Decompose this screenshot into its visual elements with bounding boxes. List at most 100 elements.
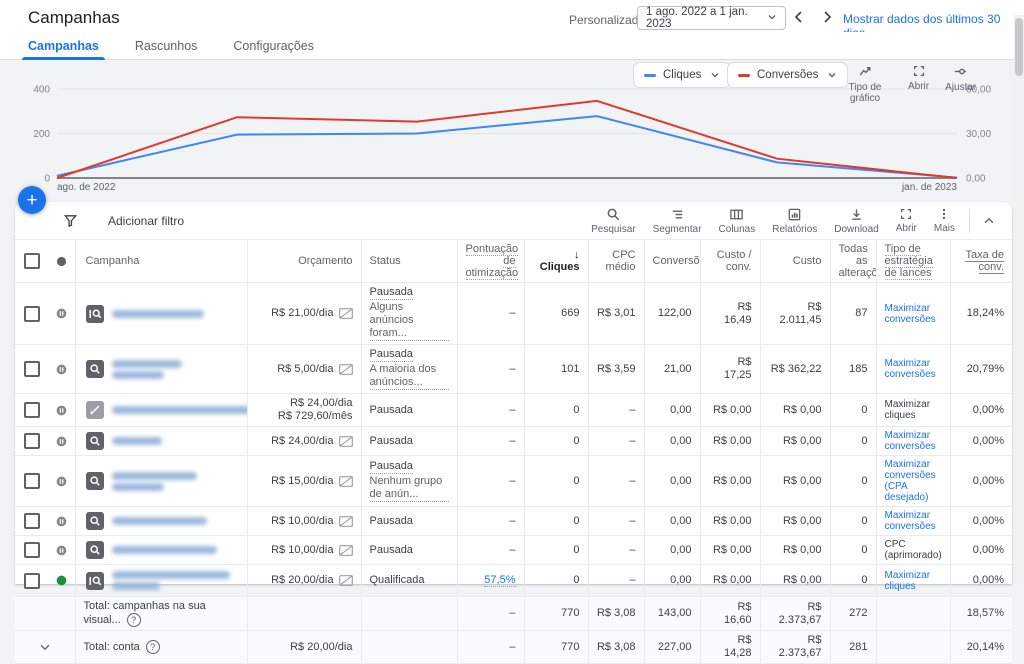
bid-strategy-value[interactable]: Maximizar cliques (885, 570, 931, 592)
paused-dot-icon[interactable] (57, 405, 67, 416)
bid-strategy-value[interactable]: Maximizar conversões (885, 358, 936, 380)
metric-dash-icon (644, 74, 656, 77)
chevron-down-icon[interactable] (23, 640, 67, 654)
add-campaign-button[interactable]: + (18, 186, 46, 214)
action-mais[interactable]: Mais (934, 207, 955, 234)
metric-picker-1[interactable]: Cliques (633, 62, 731, 88)
campaign-name-redacted[interactable] (112, 307, 239, 321)
collapse-table-button[interactable] (982, 214, 996, 228)
row-checkbox[interactable] (24, 402, 40, 418)
column-header-status[interactable]: Status (361, 240, 457, 283)
row-status-dot-cell (49, 394, 75, 427)
action-pesquisar[interactable]: Pesquisar (591, 207, 635, 235)
paused-dot-icon[interactable] (57, 308, 67, 319)
search-display-campaign-icon (86, 572, 104, 590)
tab-rascunhos[interactable]: Rascunhos (135, 32, 198, 59)
add-filter-button[interactable]: Adicionar filtro (108, 214, 184, 228)
scrollbar-thumb[interactable] (1015, 18, 1023, 76)
svg-text:200: 200 (33, 129, 50, 140)
total-status-cell (361, 597, 457, 631)
filter-icon[interactable] (63, 213, 78, 228)
paused-dot-icon[interactable] (57, 476, 67, 487)
column-header-tipo[interactable]: Tipo de estratégia de lances (876, 240, 950, 283)
metric-picker-2[interactable]: Conversões (727, 62, 848, 88)
chart-tool-chart-type-icon[interactable]: Tipo de gráfico (838, 64, 892, 104)
tab-campanhas[interactable]: Campanhas (28, 32, 99, 59)
optimization-score-link[interactable]: 57,5% (484, 574, 515, 587)
select-all-checkbox[interactable] (24, 253, 40, 269)
date-range-picker[interactable]: 1 ago. 2022 a 1 jan. 2023 (637, 6, 786, 30)
column-header-cliques[interactable]: ↓ Cliques (524, 240, 588, 283)
bid-strategy-value[interactable]: Maximizar conversões (885, 510, 936, 532)
budget-line: R$ 24,00/dia (256, 397, 353, 410)
chart-tool-expand-icon[interactable]: Abrir (908, 64, 929, 92)
total-optimization-cell: – (457, 597, 524, 631)
bid-strategy-value[interactable]: Maximizar conversões (CPA desejado) (885, 459, 936, 503)
action-download[interactable]: Download (834, 207, 878, 235)
chart-tool-adjust-icon[interactable]: Ajustar (945, 64, 976, 93)
row-checkbox[interactable] (24, 361, 40, 377)
tab-configurações[interactable]: Configurações (233, 32, 314, 59)
enabled-dot-icon[interactable] (57, 575, 67, 586)
row-checkbox[interactable] (24, 542, 40, 558)
redacted-name-line (112, 517, 207, 525)
budget-cell: R$ 15,00/dia (247, 456, 361, 507)
paused-dot-icon[interactable] (57, 516, 67, 527)
sort-arrow-icon: ↓ (574, 249, 580, 261)
all-changes-cell: 0 (830, 507, 876, 536)
metric-picker-label: Cliques (663, 69, 701, 81)
campaign-name-redacted[interactable] (112, 543, 239, 557)
row-status-dot-cell (49, 536, 75, 565)
toolbar-divider (969, 209, 970, 233)
column-header-conversoes[interactable]: Conversões (644, 240, 700, 283)
redacted-name-line (112, 310, 204, 318)
status-secondary: Alguns anúncios foram... (370, 301, 449, 341)
column-header-custo[interactable]: Custo (760, 240, 830, 283)
action-segmentar[interactable]: Segmentar (653, 207, 702, 235)
column-header-custo_conv[interactable]: Custo / conv. (700, 240, 760, 283)
bid-strategy-value[interactable]: Maximizar conversões (885, 303, 936, 325)
row-checkbox[interactable] (24, 433, 40, 449)
previous-period-button[interactable] (788, 7, 810, 29)
vertical-scrollbar[interactable] (1014, 15, 1024, 584)
action-colunas[interactable]: Colunas (719, 207, 756, 235)
paused-dot-icon[interactable] (57, 364, 67, 375)
conversions-cell: 0,00 (644, 536, 700, 565)
campaign-name-redacted[interactable] (112, 514, 239, 528)
campaign-name-redacted[interactable] (112, 357, 239, 382)
next-period-button[interactable] (816, 7, 838, 29)
total-conversions-cell: 143,00 (644, 597, 700, 631)
column-header-campaign[interactable]: Campanha (75, 240, 247, 283)
search-campaign-icon (86, 512, 104, 530)
chevron-down-icon (710, 70, 720, 80)
help-icon[interactable]: ? (127, 613, 141, 627)
action-relatórios[interactable]: Relatórios (772, 207, 817, 235)
row-checkbox[interactable] (24, 473, 40, 489)
status-primary: Pausada (370, 286, 413, 300)
status-header-dot[interactable] (57, 256, 67, 267)
bid-strategy-value[interactable]: Maximizar conversões (885, 430, 936, 452)
column-header-pontuacao[interactable]: Pontuação de otimização (457, 240, 524, 283)
status-primary: Pausada (370, 544, 413, 557)
paused-dot-icon[interactable] (57, 436, 67, 447)
column-header-todas[interactable]: Todas as alterações (830, 240, 876, 283)
column-header-orcamento[interactable]: Orçamento (247, 240, 361, 283)
action-label: Abrir (896, 223, 917, 234)
campaign-name-redacted[interactable] (112, 469, 239, 494)
row-checkbox[interactable] (24, 573, 40, 589)
column-header-cpc[interactable]: CPC médio (588, 240, 644, 283)
column-header-taxa[interactable]: Taxa de conv. (950, 240, 1012, 283)
cost-per-conv-cell: R$ 0,00 (700, 507, 760, 536)
help-icon[interactable]: ? (146, 640, 160, 654)
campaign-name-redacted[interactable] (112, 568, 239, 593)
column-header-label: Pontuação de otimização (466, 243, 519, 280)
paused-dot-icon[interactable] (57, 545, 67, 556)
row-checkbox[interactable] (24, 306, 40, 322)
row-checkbox[interactable] (24, 513, 40, 529)
campaign-name-redacted[interactable] (112, 434, 239, 448)
all-changes-cell: 0 (830, 394, 876, 427)
row-select-cell (15, 565, 49, 597)
campaign-name-redacted[interactable] (112, 403, 248, 417)
action-abrir[interactable]: Abrir (896, 207, 917, 234)
total-conv-rate-cell: 20,14% (950, 631, 1012, 664)
